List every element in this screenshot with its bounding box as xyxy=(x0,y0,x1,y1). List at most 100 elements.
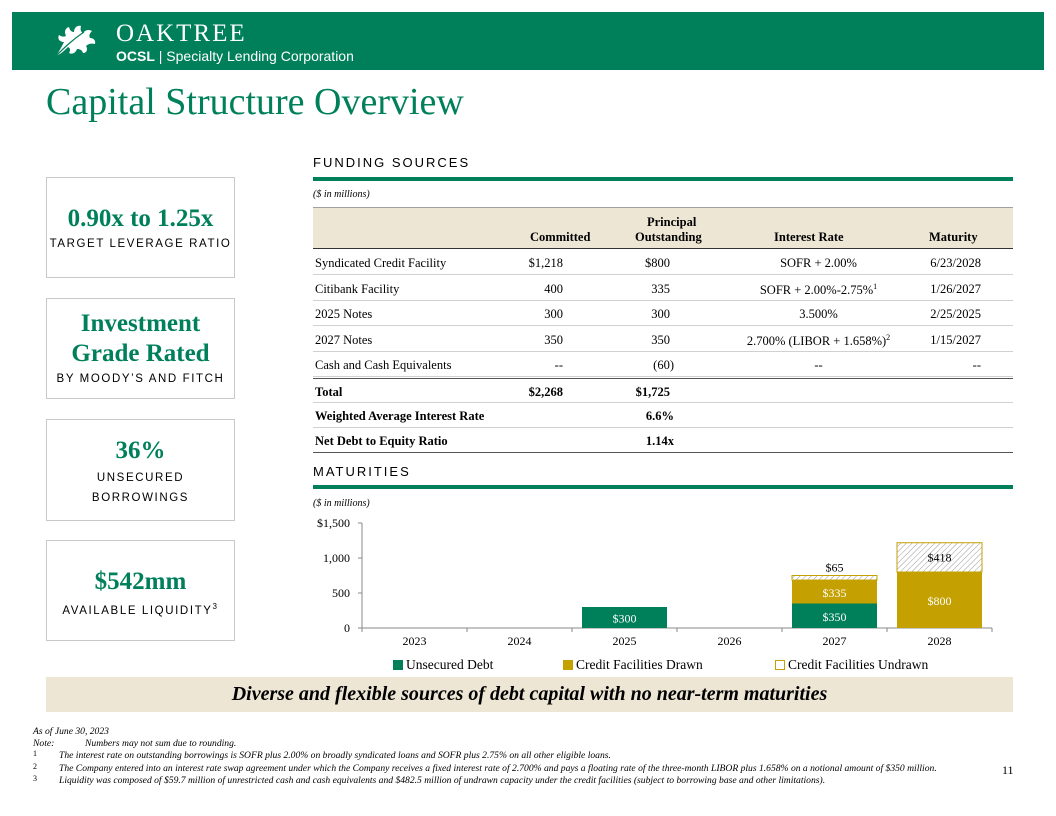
row-label: 2027 Notes xyxy=(315,333,372,348)
kpi-value: 0.90x to 1.25x xyxy=(67,205,214,232)
legend-unsecured-debt: Unsecured Debt xyxy=(393,657,493,673)
maturity-value-text: 1/15/2027 xyxy=(930,332,981,347)
interest-rate-value: 3.500% xyxy=(735,307,902,322)
outstanding-value: $800 xyxy=(645,256,670,271)
legend-credit-drawn: Credit Facilities Drawn xyxy=(563,657,703,673)
as-of-date: As of June 30, 2023 xyxy=(33,726,109,737)
footnote-text: The Company entered into an interest rat… xyxy=(59,762,937,774)
maturity-value-text: 1/26/2027 xyxy=(930,281,981,296)
interest-rate-value: SOFR + 2.00% xyxy=(735,256,902,271)
kpi-unsecured-borrowings: 36% UNSECURED BORROWINGS xyxy=(46,419,235,521)
y-tick-label: $1,500 xyxy=(317,516,350,530)
kpi-label: AVAILABLE LIQUIDITY3 xyxy=(47,597,234,621)
outstanding-value-text: $800 xyxy=(645,256,670,270)
interest-rate-value: SOFR + 2.00%-2.75%1 xyxy=(735,282,902,298)
row-label-text: 2027 Notes xyxy=(315,332,373,347)
kpi-value: 36% xyxy=(115,437,166,464)
col-interest-rate: Interest Rate xyxy=(774,230,844,244)
row-label: Citibank Facility xyxy=(315,282,399,297)
note-text: Numbers may not sum due to rounding. xyxy=(85,738,237,750)
maturity-value: 1/26/2027 xyxy=(930,282,981,297)
committed-value-text: 350 xyxy=(544,332,563,347)
x-tick-label: 2024 xyxy=(508,634,532,648)
kpi-value: Grade Rated xyxy=(71,340,210,367)
footnote-2: 2 The Company entered into an interest ra… xyxy=(33,761,973,775)
row-label-text: Syndicated Credit Facility xyxy=(315,256,447,270)
kpi-label: BORROWINGS xyxy=(91,492,190,504)
kpi-target-leverage: 0.90x to 1.25x TARGET LEVERAGE RATIO xyxy=(46,177,235,278)
page-title: Capital Structure Overview xyxy=(46,81,464,123)
bar-credit-undrawn xyxy=(791,575,878,581)
legend-label: Credit Facilities Undrawn xyxy=(788,657,929,672)
kpi-credit-rating: Investment Grade Rated BY MOODY’S AND FI… xyxy=(46,298,235,399)
interest-rate-value-text: SOFR + 2.00%-2.75% xyxy=(759,282,874,297)
units-note: ($ in millions) xyxy=(313,498,370,509)
row-label: Net Debt to Equity Ratio xyxy=(315,434,448,448)
kpi-label: TARGET LEVERAGE RATIO xyxy=(49,238,232,250)
maturity-value: 2/25/2025 xyxy=(930,307,981,322)
header-bar: OAKTREE OCSL | Specialty Lending Corpora… xyxy=(12,12,1044,70)
outstanding-value-text: 335 xyxy=(651,281,670,296)
footnote-mark: 3 xyxy=(33,773,37,783)
row-label-text: 2025 Notes xyxy=(315,307,373,321)
outstanding-value: $1,725 xyxy=(635,385,670,399)
maturity-value-text: 2/25/2025 xyxy=(930,307,981,321)
kpi-label-text: AVAILABLE LIQUIDITY xyxy=(62,604,213,617)
committed-value: 350 xyxy=(544,333,563,348)
total-row: Total $2,268 $1,725 xyxy=(313,378,1013,403)
footnote-mark: 1 xyxy=(33,749,37,759)
interest-rate-value-text: 3.500% xyxy=(799,307,838,321)
legend-label: Credit Facilities Drawn xyxy=(576,657,703,672)
wair-row: Weighted Average Interest Rate 6.6% xyxy=(313,403,1013,428)
committed-value: 400 xyxy=(544,282,563,297)
maturity-value-text: 6/23/2028 xyxy=(930,256,981,270)
row-label: Cash and Cash Equivalents xyxy=(315,358,451,373)
oak-leaf-icon xyxy=(55,25,96,57)
footnote-mark: 2 xyxy=(33,761,37,771)
committed-value: 300 xyxy=(544,307,563,322)
outstanding-value-text: 300 xyxy=(651,307,670,321)
x-tick-label: 2023 xyxy=(403,634,427,648)
company-name: OCSL | Specialty Lending Corporation xyxy=(116,48,354,64)
note-label: Note: xyxy=(33,738,55,750)
committed-value-text: 300 xyxy=(544,307,563,321)
footnote-mark: 1 xyxy=(873,281,878,291)
row-label-text: Citibank Facility xyxy=(315,281,400,296)
footnote-text: Liquidity was composed of $59.7 million … xyxy=(59,774,826,786)
outstanding-value: 350 xyxy=(651,333,670,348)
data-label: $300 xyxy=(613,612,637,626)
row-label: 2025 Notes xyxy=(315,307,372,322)
footnote-mark: 3 xyxy=(212,602,219,611)
x-tick-label: 2026 xyxy=(718,634,742,648)
col-committed: Committed xyxy=(530,230,591,244)
table-row: 2027 Notes 350 350 2.700% (LIBOR + 1.658%)2… xyxy=(313,327,1013,352)
outstanding-value: 335 xyxy=(651,282,670,297)
data-label: $335 xyxy=(823,586,847,600)
row-label: Total xyxy=(315,385,343,399)
row-label: Weighted Average Interest Rate xyxy=(315,409,485,423)
key-takeaway-banner: Diverse and flexible sources of debt cap… xyxy=(46,677,1013,712)
section-divider xyxy=(313,177,1013,181)
kpi-label: BY MOODY’S AND FITCH xyxy=(56,373,225,385)
committed-value: $1,218 xyxy=(529,256,563,271)
committed-value-text: $1,218 xyxy=(528,256,563,270)
maturity-value-text: -- xyxy=(972,358,981,372)
footnote-mark: 2 xyxy=(886,332,891,342)
x-tick-label: 2025 xyxy=(613,634,637,648)
footnote-3: 3 Liquidity was composed of $59.7 million… xyxy=(33,773,973,787)
net-debt-row: Net Debt to Equity Ratio 1.14x xyxy=(313,428,1013,453)
col-maturity: Maturity xyxy=(929,230,978,244)
section-divider xyxy=(313,485,1013,489)
committed-value: $2,268 xyxy=(528,385,563,399)
interest-rate-value: 2.700% (LIBOR + 1.658%)2 xyxy=(735,333,902,349)
net-debt-value: 1.14x xyxy=(645,434,674,448)
row-label-text: Cash and Cash Equivalents xyxy=(315,358,452,372)
rounding-note: Note: Numbers may not sum due to rounding… xyxy=(33,738,973,750)
footnote-1: 1 The interest rate on outstanding borrow… xyxy=(33,749,973,762)
committed-value-text: 400 xyxy=(544,281,563,296)
outstanding-value: (60) xyxy=(653,358,674,373)
kpi-value: Investment xyxy=(80,310,201,337)
outstanding-value-text: 350 xyxy=(651,332,670,347)
table-row: Syndicated Credit Facility $1,218 $800 SOFR… xyxy=(313,250,1013,275)
ticker: OCSL xyxy=(116,48,155,64)
